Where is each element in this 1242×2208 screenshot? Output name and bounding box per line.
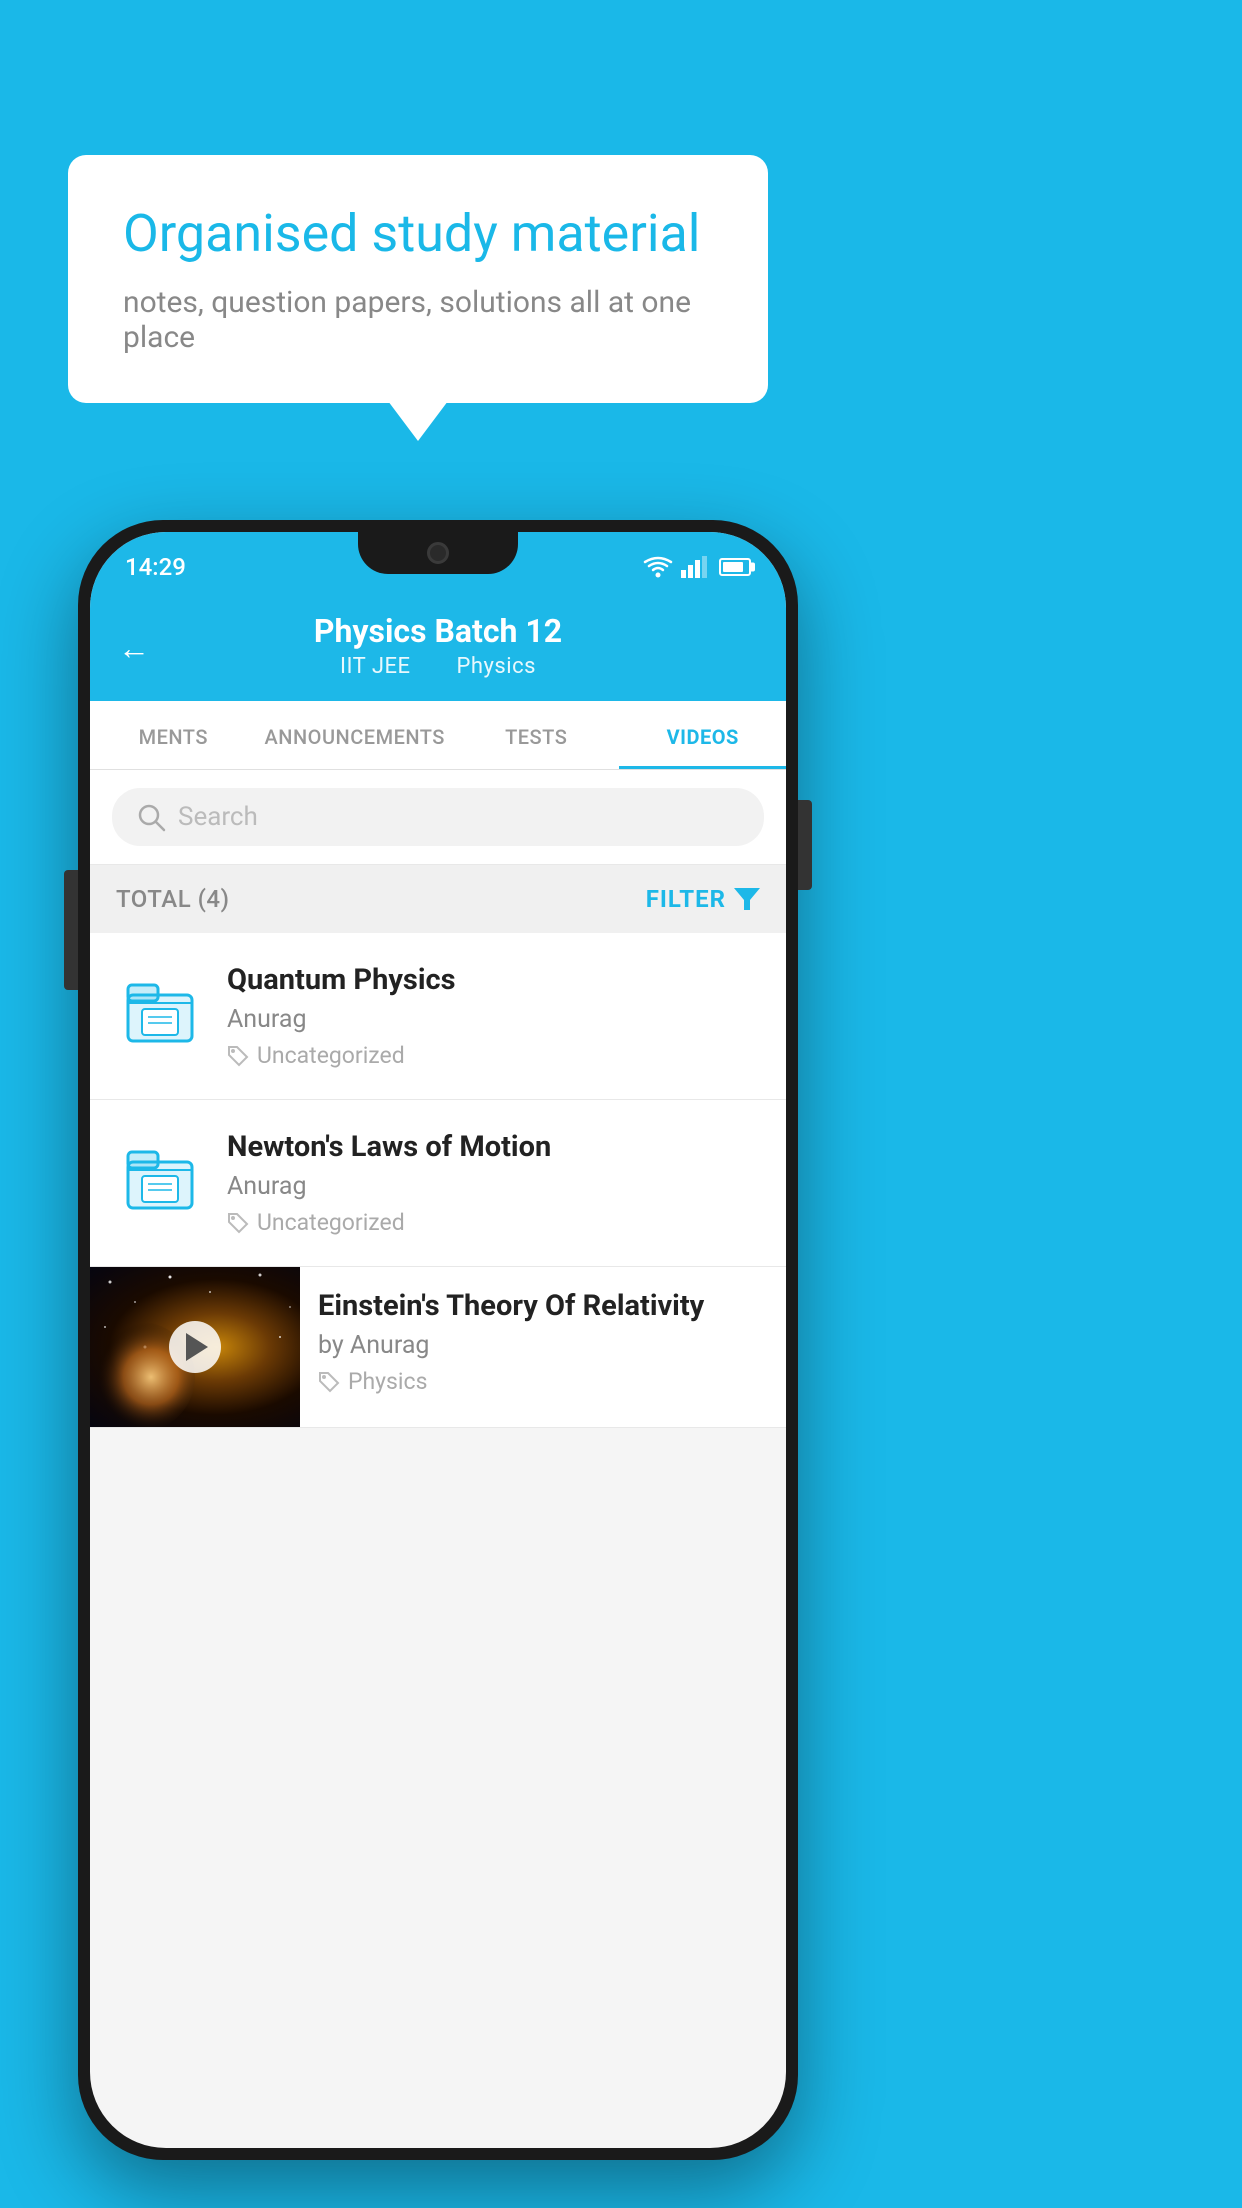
video-list: Quantum Physics Anurag Uncategorized [90, 933, 786, 1428]
video-author: Anurag [227, 1172, 764, 1201]
tab-videos[interactable]: VIDEOS [619, 701, 786, 769]
speech-bubble-title: Organised study material [123, 203, 713, 265]
video-tag: Uncategorized [227, 1042, 764, 1069]
folder-icon [124, 1142, 196, 1214]
status-time: 14:29 [125, 553, 186, 581]
folder-icon [124, 975, 196, 1047]
video-author: Anurag [227, 1005, 764, 1034]
search-bar[interactable]: Search [112, 788, 764, 846]
einstein-info: Einstein's Theory Of Relativity by Anura… [300, 1267, 786, 1417]
search-icon [136, 802, 166, 832]
total-count: TOTAL (4) [116, 885, 229, 913]
phone-body: 14:29 [78, 520, 798, 2160]
play-button[interactable] [169, 1321, 221, 1373]
back-button[interactable]: ← [118, 629, 150, 667]
list-item[interactable]: Quantum Physics Anurag Uncategorized [90, 933, 786, 1100]
tab-ments[interactable]: MENTS [90, 701, 257, 769]
tag-icon [318, 1371, 340, 1393]
video-tag: Physics [318, 1368, 768, 1395]
header-title: Physics Batch 12 [120, 612, 756, 650]
speech-bubble: Organised study material notes, question… [68, 155, 768, 403]
wifi-icon [643, 556, 673, 578]
header-subtitle-right: Physics [456, 654, 535, 679]
phone-container: 14:29 [78, 520, 798, 2170]
filter-icon [734, 888, 760, 910]
video-title: Newton's Laws of Motion [227, 1130, 764, 1164]
list-item[interactable]: Newton's Laws of Motion Anurag Uncategor… [90, 1100, 786, 1267]
speech-bubble-container: Organised study material notes, question… [68, 155, 768, 403]
folder-icon-container [112, 1130, 207, 1225]
video-author: by Anurag [318, 1331, 768, 1360]
speech-bubble-subtitle: notes, question papers, solutions all at… [123, 285, 713, 355]
list-item[interactable]: Einstein's Theory Of Relativity by Anura… [90, 1267, 786, 1428]
space-background [90, 1267, 300, 1427]
phone-screen: 14:29 [90, 532, 786, 2148]
phone-camera [427, 542, 449, 564]
tag-icon [227, 1045, 249, 1067]
filter-bar: TOTAL (4) FILTER [90, 865, 786, 933]
filter-button[interactable]: FILTER [646, 885, 760, 913]
signal-icon [681, 556, 707, 578]
header-subtitle-left: IIT JEE [340, 654, 410, 679]
video-title: Quantum Physics [227, 963, 764, 997]
tab-tests[interactable]: TESTS [453, 701, 620, 769]
phone-notch [358, 532, 518, 574]
tab-announcements[interactable]: ANNOUNCEMENTS [257, 701, 453, 769]
video-info: Newton's Laws of Motion Anurag Uncategor… [227, 1130, 764, 1236]
video-title: Einstein's Theory Of Relativity [318, 1289, 768, 1323]
battery-icon [719, 558, 751, 576]
search-input-placeholder[interactable]: Search [178, 802, 258, 832]
status-icons [643, 556, 751, 578]
app-background: Organised study material notes, question… [0, 0, 1242, 2208]
app-header: ← Physics Batch 12 IIT JEE Physics [90, 594, 786, 701]
search-container: Search [90, 770, 786, 865]
header-subtitle: IIT JEE Physics [120, 654, 756, 679]
tabs-bar: MENTS ANNOUNCEMENTS TESTS VIDEOS [90, 701, 786, 770]
video-thumbnail [90, 1267, 300, 1427]
video-info: Quantum Physics Anurag Uncategorized [227, 963, 764, 1069]
folder-icon-container [112, 963, 207, 1058]
video-tag: Uncategorized [227, 1209, 764, 1236]
play-triangle [186, 1333, 208, 1361]
tag-icon [227, 1212, 249, 1234]
